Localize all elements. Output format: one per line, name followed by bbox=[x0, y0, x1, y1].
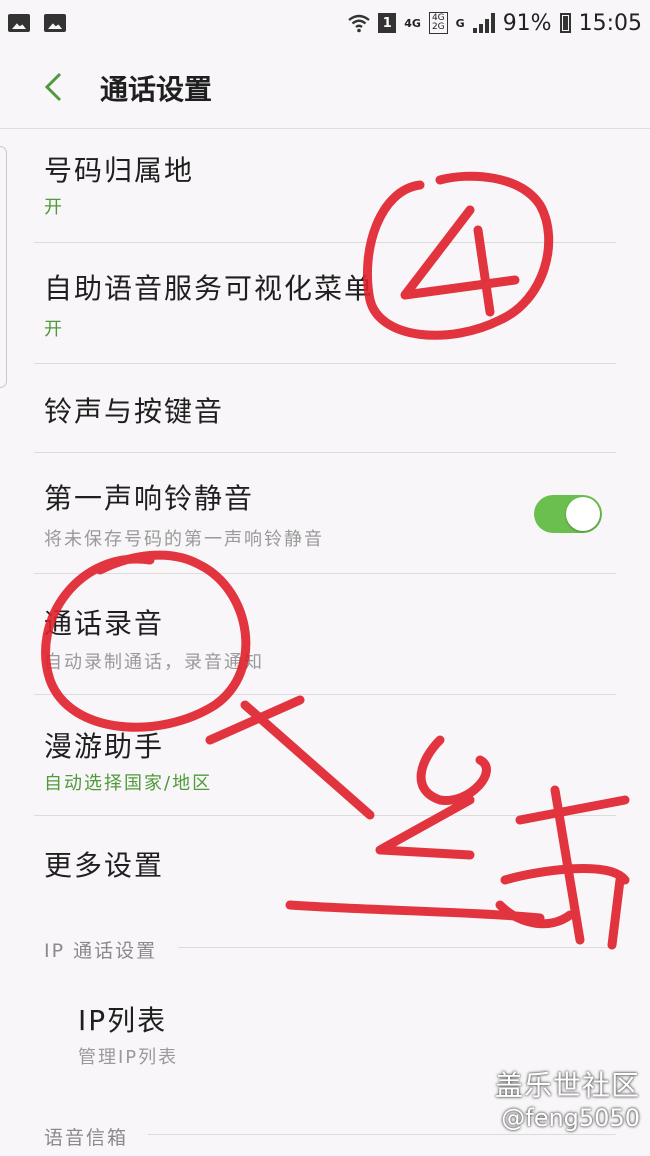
first-ring-mute-toggle[interactable] bbox=[534, 495, 602, 533]
setting-title: 漫游助手 bbox=[44, 730, 165, 763]
battery-icon bbox=[559, 13, 571, 33]
image-notification-icon bbox=[44, 14, 66, 32]
setting-title: 更多设置 bbox=[44, 849, 165, 882]
clock: 15:05 bbox=[578, 10, 642, 36]
page-title: 通话设置 bbox=[100, 73, 213, 106]
image-notification-icon bbox=[8, 14, 30, 32]
setting-caller-location[interactable]: 号码归属地 开 bbox=[34, 129, 616, 243]
chevron-left-icon bbox=[44, 72, 62, 102]
section-header-ip: IP 通话设置 bbox=[44, 940, 158, 962]
setting-title: 通话录音 bbox=[44, 607, 165, 640]
dual-network-indicator: 4G 2G bbox=[428, 11, 448, 35]
setting-ringtone-keytones[interactable]: 铃声与按键音 bbox=[34, 364, 616, 453]
section-divider bbox=[178, 947, 616, 948]
setting-title: 号码归属地 bbox=[44, 154, 195, 187]
setting-description: 将未保存号码的第一声响铃静音 bbox=[44, 529, 324, 550]
setting-status: 开 bbox=[44, 319, 64, 340]
setting-description: 自动录制通话，录音通知 bbox=[44, 652, 264, 673]
setting-description: 管理IP列表 bbox=[78, 1047, 179, 1068]
status-bar: 1 4G 4G 2G G 91% 15:05 bbox=[0, 0, 650, 46]
setting-first-ring-mute[interactable]: 第一声响铃静音 将未保存号码的第一声响铃静音 bbox=[34, 453, 616, 574]
network-g-label: G bbox=[455, 16, 465, 30]
setting-roaming-assistant[interactable]: 漫游助手 自动选择国家/地区 bbox=[34, 695, 616, 816]
watermark-site: 盖乐世社区 bbox=[494, 1069, 640, 1102]
setting-visual-ivr-menu[interactable]: 自助语音服务可视化菜单 开 bbox=[34, 243, 616, 364]
setting-call-recording[interactable]: 通话录音 自动录制通话，录音通知 bbox=[34, 574, 616, 695]
network-type-label: 4G bbox=[404, 16, 421, 30]
setting-status: 开 bbox=[44, 197, 64, 218]
system-indicators: 1 4G 4G 2G G 91% 15:05 bbox=[348, 11, 642, 36]
wifi-icon bbox=[348, 14, 371, 33]
setting-status: 自动选择国家/地区 bbox=[44, 773, 213, 794]
sim-card-icon: 1 bbox=[378, 13, 397, 33]
section-divider bbox=[148, 1134, 616, 1135]
section-header-voicemail: 语音信箱 bbox=[44, 1127, 129, 1149]
setting-title: 第一声响铃静音 bbox=[44, 482, 255, 515]
back-button[interactable] bbox=[38, 72, 68, 102]
setting-title: IP列表 bbox=[78, 1004, 168, 1037]
notification-icons bbox=[8, 14, 66, 32]
setting-title: 铃声与按键音 bbox=[44, 395, 225, 428]
settings-list: 号码归属地 开 自助语音服务可视化菜单 开 铃声与按键音 第一声响铃静音 将未保… bbox=[0, 129, 650, 912]
watermark-user: @feng5050 bbox=[501, 1104, 640, 1132]
app-bar: 通话设置 bbox=[0, 46, 650, 129]
setting-ip-list[interactable]: IP列表 管理IP列表 bbox=[68, 985, 650, 1073]
toggle-knob bbox=[566, 497, 600, 531]
battery-percent: 91% bbox=[502, 10, 552, 36]
setting-more[interactable]: 更多设置 bbox=[34, 816, 616, 912]
setting-title: 自助语音服务可视化菜单 bbox=[44, 272, 375, 305]
signal-strength-icon bbox=[472, 13, 495, 33]
